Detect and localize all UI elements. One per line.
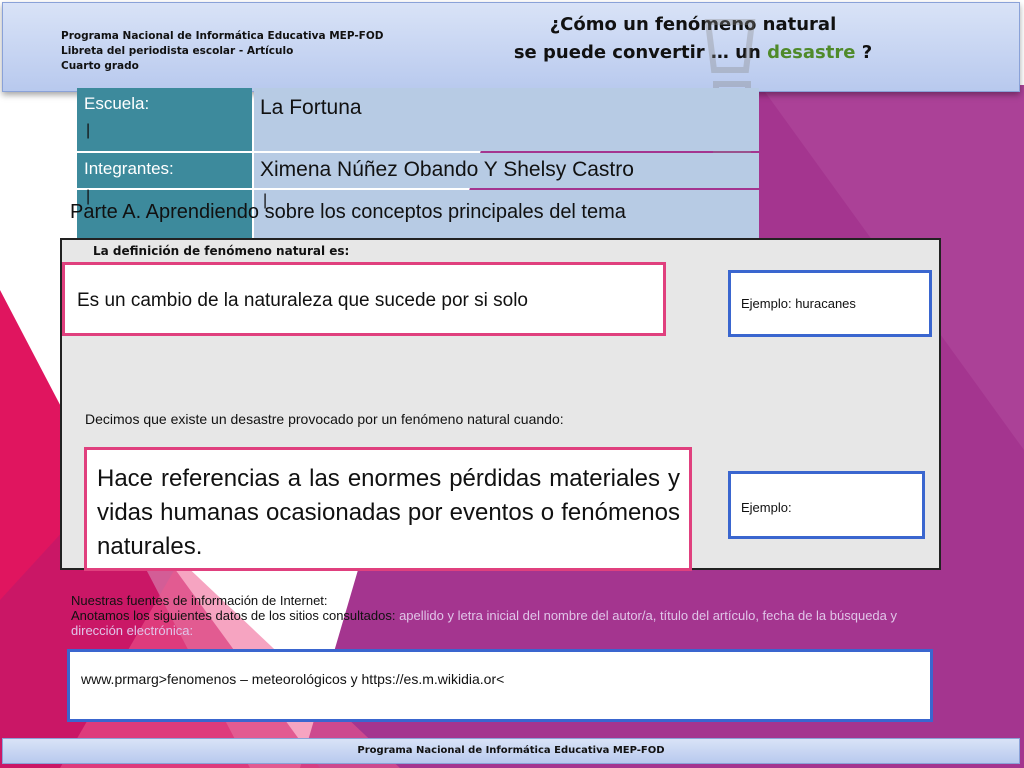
definition-text: Es un cambio de la naturaleza que sucede… xyxy=(77,290,528,311)
section-heading: Parte A. Aprendiendo sobre los conceptos… xyxy=(70,201,626,223)
example-box-1[interactable]: Ejemplo: huracanes xyxy=(728,270,932,337)
example-text-2: Ejemplo: xyxy=(741,500,792,515)
disaster-label: Decimos que existe un desastre provocado… xyxy=(85,411,564,427)
title-line-2: se puede convertir … un desastre ? xyxy=(473,39,913,67)
program-name: Programa Nacional de Informática Educati… xyxy=(61,30,384,42)
sources-section: Nuestras fuentes de información de Inter… xyxy=(71,593,931,638)
school-label: Escuela: | xyxy=(77,88,252,151)
title-accent: desastre xyxy=(767,42,856,63)
notebook-name: Libreta del periodista escolar - Artícul… xyxy=(61,45,294,57)
page-title: ¿Cómo un fenómeno natural se puede conve… xyxy=(473,11,913,67)
members-value[interactable]: Ximena Núñez Obando Y Shelsy Castro xyxy=(254,153,759,188)
grade-label: Cuarto grado xyxy=(61,60,139,72)
disaster-box[interactable]: Hace referencias a las enormes pérdidas … xyxy=(84,447,692,571)
header-banner: Programa Nacional de Informática Educati… xyxy=(2,2,1020,92)
members-row: Integrantes: Ximena Núñez Obando Y Shels… xyxy=(77,153,759,188)
school-row: Escuela: | La Fortuna xyxy=(77,88,759,151)
example-text-1: Ejemplo: huracanes xyxy=(741,296,856,311)
sources-instruction: Anotamos los siguientes datos de los sit… xyxy=(71,608,897,638)
school-value[interactable]: La Fortuna xyxy=(254,88,759,151)
header-info: Programa Nacional de Informática Educati… xyxy=(61,29,384,74)
sources-box[interactable]: www.prmarg>fenomenos – meteorológicos y … xyxy=(67,649,933,722)
title-suffix: ? xyxy=(855,42,873,63)
title-line-1: ¿Cómo un fenómeno natural xyxy=(549,14,837,35)
definition-box[interactable]: Es un cambio de la naturaleza que sucede… xyxy=(62,262,666,336)
sources-urls: www.prmarg>fenomenos – meteorológicos y … xyxy=(81,671,505,687)
text-cursor: | xyxy=(86,122,91,139)
members-label: Integrantes: xyxy=(77,153,252,188)
sources-heading: Nuestras fuentes de información de Inter… xyxy=(71,593,328,608)
example-box-2[interactable]: Ejemplo: xyxy=(728,471,925,539)
disaster-text: Hace referencias a las enormes pérdidas … xyxy=(97,465,680,560)
footer-banner: Programa Nacional de Informática Educati… xyxy=(2,738,1020,764)
definition-label: La definición de fenómeno natural es: xyxy=(93,244,350,258)
